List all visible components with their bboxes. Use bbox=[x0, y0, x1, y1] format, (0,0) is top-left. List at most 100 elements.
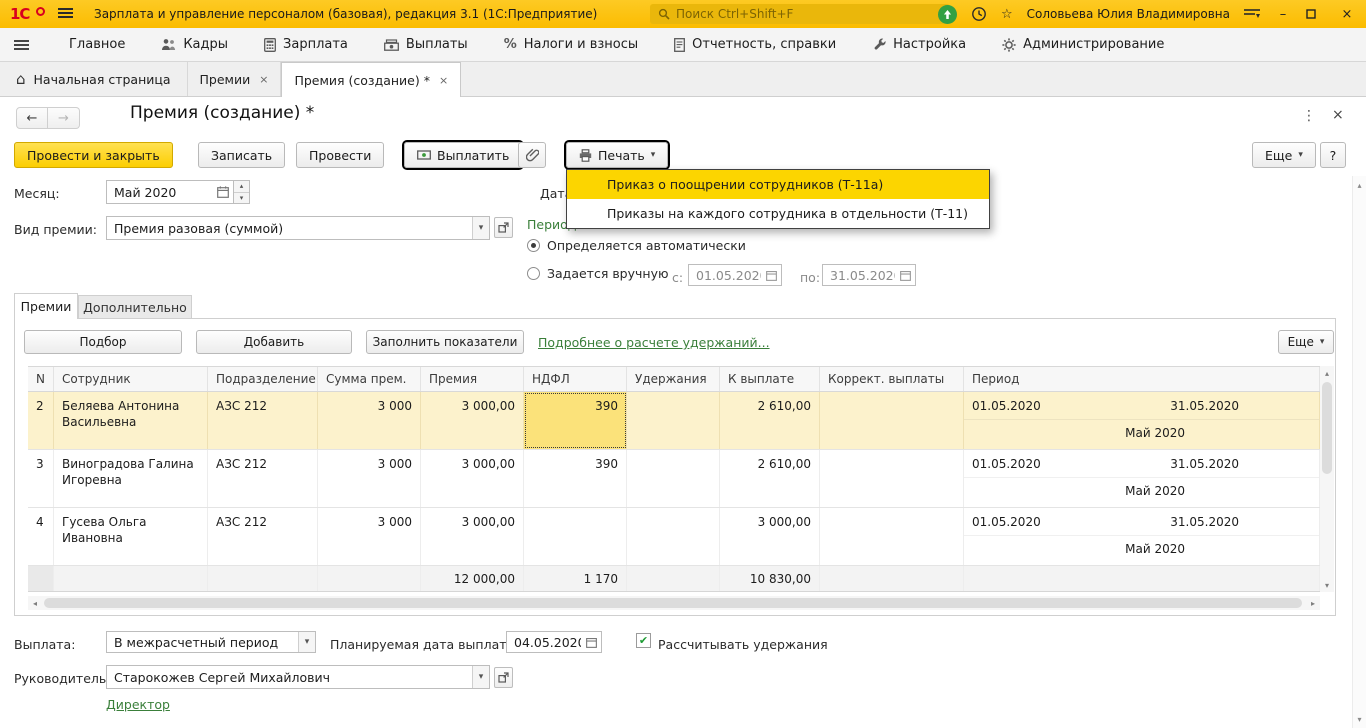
scrollbar-thumb[interactable] bbox=[1322, 382, 1332, 474]
scroll-down-icon[interactable]: ▾ bbox=[1320, 578, 1334, 592]
calendar-icon[interactable] bbox=[895, 270, 915, 281]
tab-premii-list[interactable]: Премии × bbox=[188, 62, 282, 96]
calc-deductions-checkbox[interactable]: ✔ bbox=[636, 633, 651, 648]
manager-combo[interactable]: Старокожев Сергей Михайлович ▾ bbox=[106, 665, 490, 689]
chevron-down-icon[interactable]: ▾ bbox=[472, 217, 489, 239]
calendar-icon[interactable] bbox=[213, 186, 233, 198]
chevron-down-icon[interactable]: ▾ bbox=[298, 632, 315, 652]
print-dropdown-menu: Приказ о поощрении сотрудников (Т-11а) П… bbox=[566, 169, 990, 229]
horizontal-scrollbar[interactable]: ◂ ▸ bbox=[28, 596, 1320, 610]
form-more-button[interactable]: Еще ▾ bbox=[1252, 142, 1316, 168]
tab-dopolnitelno[interactable]: Дополнительно bbox=[78, 295, 192, 319]
menu-administration[interactable]: Администрирование bbox=[984, 28, 1182, 61]
scroll-up-icon[interactable]: ▴ bbox=[1353, 178, 1366, 192]
help-button[interactable]: ? bbox=[1320, 142, 1346, 168]
menu-main[interactable]: Главное bbox=[51, 28, 143, 61]
current-user[interactable]: Соловьева Юлия Владимировна bbox=[1027, 7, 1230, 21]
add-row-button[interactable]: Добавить bbox=[196, 330, 352, 354]
gear-icon bbox=[1002, 38, 1016, 52]
focused-cell[interactable]: 390 bbox=[524, 392, 627, 449]
nav-forward-button[interactable]: → bbox=[48, 107, 80, 129]
calendar-icon[interactable] bbox=[761, 270, 781, 281]
close-window-button[interactable]: × bbox=[1338, 7, 1356, 22]
planned-date-input[interactable]: 04.05.2020 bbox=[506, 631, 602, 653]
period-from-input[interactable]: 01.05.2020 bbox=[688, 264, 782, 286]
period-manual-radio[interactable]: Задается вручную bbox=[527, 266, 669, 281]
minimize-button[interactable]: – bbox=[1274, 7, 1292, 22]
post-and-close-button[interactable]: Провести и закрыть bbox=[14, 142, 173, 168]
favorites-star-icon[interactable]: ☆ bbox=[1001, 7, 1013, 22]
attachments-button[interactable] bbox=[518, 142, 546, 168]
menu-salary[interactable]: Зарплата bbox=[246, 28, 366, 61]
menu-personnel[interactable]: Кадры bbox=[143, 28, 246, 61]
write-button[interactable]: Записать bbox=[198, 142, 285, 168]
col-n[interactable]: N bbox=[28, 367, 54, 391]
sections-menu-icon[interactable] bbox=[14, 39, 29, 51]
banknote-icon bbox=[384, 39, 399, 51]
month-stepper[interactable]: ▴▾ bbox=[234, 180, 250, 204]
menu-settings[interactable]: Настройка bbox=[854, 28, 984, 61]
chevron-down-icon[interactable]: ▾ bbox=[472, 666, 489, 688]
planned-date-label: Планируемая дата выплаты: bbox=[330, 637, 521, 652]
scroll-down-icon[interactable]: ▾ bbox=[1353, 712, 1366, 726]
panels-settings-icon[interactable] bbox=[1244, 8, 1260, 20]
period-to-input[interactable]: 31.05.2020 bbox=[822, 264, 916, 286]
close-tab-icon[interactable]: × bbox=[439, 74, 448, 87]
col-bonus[interactable]: Премия bbox=[421, 367, 524, 391]
totals-row: 12 000,00 1 170 10 830,00 bbox=[28, 566, 1320, 592]
scroll-up-icon[interactable]: ▴ bbox=[1320, 366, 1334, 380]
col-department[interactable]: Подразделение bbox=[208, 367, 318, 391]
col-correction[interactable]: Коррект. выплаты bbox=[820, 367, 964, 391]
online-support-icon[interactable] bbox=[938, 5, 957, 24]
post-button[interactable]: Провести bbox=[296, 142, 384, 168]
main-menu-icon[interactable] bbox=[58, 7, 73, 19]
table-vertical-scrollbar[interactable]: ▴ ▾ bbox=[1320, 366, 1334, 592]
scroll-left-icon[interactable]: ◂ bbox=[28, 596, 42, 610]
table-more-button[interactable]: Еще ▾ bbox=[1278, 330, 1334, 354]
open-item-button[interactable] bbox=[494, 217, 513, 238]
col-deductions[interactable]: Удержания bbox=[627, 367, 720, 391]
scrollbar-thumb[interactable] bbox=[44, 598, 1302, 608]
window-vertical-scrollbar[interactable]: ▴ ▾ bbox=[1352, 176, 1366, 728]
col-ndfl[interactable]: НДФЛ bbox=[524, 367, 627, 391]
menu-item-t11[interactable]: Приказы на каждого сотрудника в отдельно… bbox=[567, 199, 989, 228]
menu-payments[interactable]: Выплаты bbox=[366, 28, 486, 61]
menu-reports[interactable]: Отчетность, справки bbox=[656, 28, 854, 61]
menu-item-t11a[interactable]: Приказ о поощрении сотрудников (Т-11а) bbox=[567, 170, 989, 199]
global-search-input[interactable]: Поиск Ctrl+Shift+F bbox=[650, 4, 950, 24]
form-close-icon[interactable]: × bbox=[1332, 107, 1344, 123]
menu-taxes[interactable]: % Налоги и взносы bbox=[486, 28, 656, 61]
pay-button[interactable]: Выплатить bbox=[404, 142, 522, 168]
col-employee[interactable]: Сотрудник bbox=[54, 367, 208, 391]
table-row[interactable]: 4 Гусева Ольга Ивановна АЗС 212 3 000 3 … bbox=[28, 508, 1320, 566]
open-manager-button[interactable] bbox=[494, 667, 513, 688]
chevron-down-icon: ▾ bbox=[651, 150, 656, 160]
tab-home[interactable]: ⌂ Начальная страница bbox=[0, 62, 188, 96]
close-tab-icon[interactable]: × bbox=[259, 73, 268, 86]
position-link[interactable]: Директор bbox=[106, 697, 170, 712]
nav-back-button[interactable]: ← bbox=[16, 107, 48, 129]
restore-button[interactable] bbox=[1306, 9, 1324, 19]
history-icon[interactable] bbox=[971, 6, 987, 22]
deductions-details-link[interactable]: Подробнее о расчете удержаний... bbox=[538, 335, 770, 350]
col-amount[interactable]: Сумма прем. bbox=[318, 367, 421, 391]
tab-premii[interactable]: Премии bbox=[14, 293, 78, 319]
print-button[interactable]: Печать ▾ bbox=[566, 142, 668, 168]
page-title: Премия (создание) * bbox=[130, 103, 314, 123]
scroll-right-icon[interactable]: ▸ bbox=[1306, 596, 1320, 610]
calendar-icon[interactable] bbox=[581, 637, 601, 648]
bonus-type-combo[interactable]: Премия разовая (суммой) ▾ bbox=[106, 216, 490, 240]
from-label: с: bbox=[672, 270, 683, 285]
period-auto-radio[interactable]: Определяется автоматически bbox=[527, 238, 746, 253]
table-row[interactable]: 2 Беляева Антонина Васильевна АЗС 212 3 … bbox=[28, 392, 1320, 450]
tab-premiya-create[interactable]: Премия (создание) * × bbox=[281, 62, 461, 97]
month-input[interactable]: Май 2020 bbox=[106, 180, 234, 204]
col-to-pay[interactable]: К выплате bbox=[720, 367, 820, 391]
table-row[interactable]: 3 Виноградова Галина Игоревна АЗС 212 3 … bbox=[28, 450, 1320, 508]
form-more-icon[interactable]: ⋮ bbox=[1302, 108, 1316, 124]
col-period[interactable]: Период bbox=[964, 367, 1320, 391]
search-placeholder: Поиск Ctrl+Shift+F bbox=[676, 7, 793, 21]
pick-button[interactable]: Подбор bbox=[24, 330, 182, 354]
fill-indicators-button[interactable]: Заполнить показатели bbox=[366, 330, 524, 354]
payment-combo[interactable]: В межрасчетный период ▾ bbox=[106, 631, 316, 653]
